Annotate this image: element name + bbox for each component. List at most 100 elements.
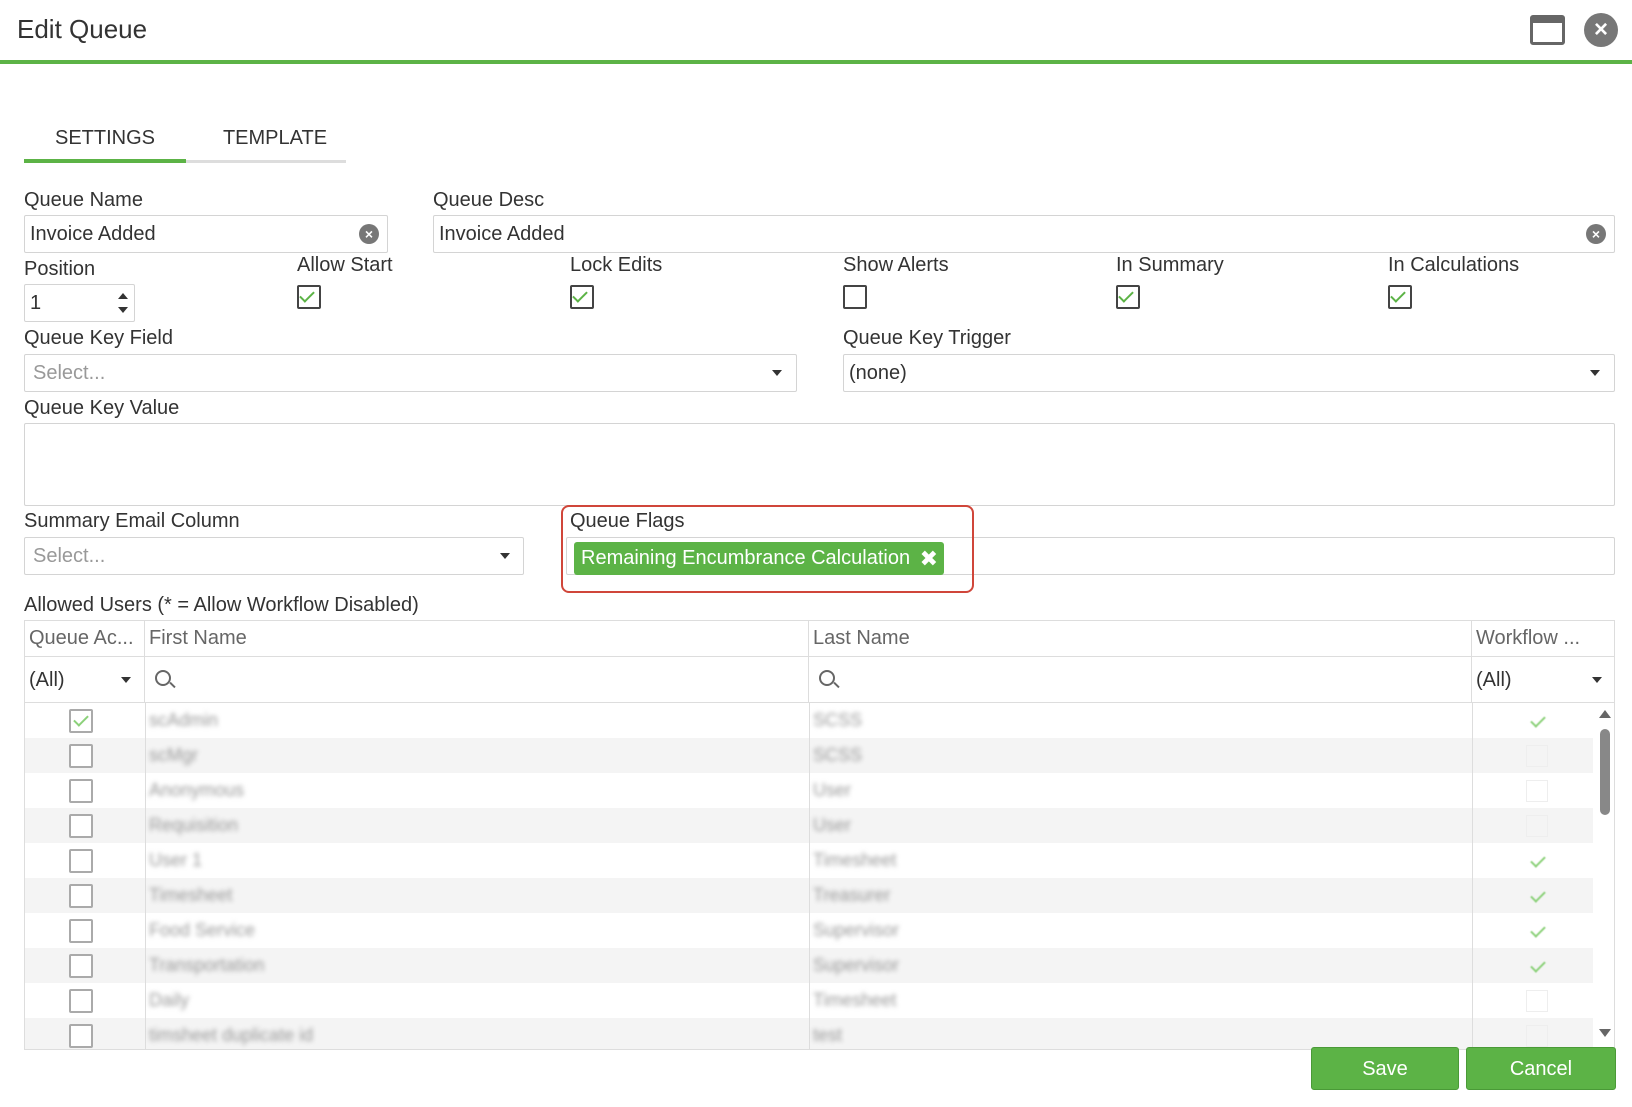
allowed-users-label: Allowed Users (* = Allow Workflow Disabl… xyxy=(24,594,419,616)
table-row[interactable]: scMgr SCSS xyxy=(25,738,1593,773)
queue-name-label: Queue Name xyxy=(24,189,143,211)
highlight-annotation xyxy=(561,505,974,593)
first-name-cell: scMgr xyxy=(149,745,198,765)
summary-email-column-label: Summary Email Column xyxy=(24,510,240,532)
queue-access-checkbox[interactable] xyxy=(69,1024,93,1048)
clear-icon[interactable]: × xyxy=(359,224,379,244)
queue-key-field-placeholder: Select... xyxy=(33,362,106,384)
allowed-users-grid: Queue Ac... First Name Last Name Workflo… xyxy=(24,620,1615,1050)
queue-access-checkbox[interactable] xyxy=(69,709,93,733)
chevron-down-icon xyxy=(772,370,782,376)
chevron-down-icon xyxy=(500,553,510,559)
queue-access-checkbox[interactable] xyxy=(69,989,93,1013)
workflow-checkbox[interactable] xyxy=(1526,990,1548,1012)
chevron-down-icon xyxy=(1590,370,1600,376)
close-icon[interactable]: × xyxy=(1584,13,1618,47)
lock-edits-checkbox[interactable] xyxy=(570,285,594,309)
queue-desc-input[interactable]: Invoice Added × xyxy=(433,215,1615,253)
position-value: 1 xyxy=(30,292,42,314)
last-name-filter[interactable] xyxy=(809,657,1472,702)
column-header-workflow[interactable]: Workflow ... xyxy=(1472,621,1614,656)
first-name-cell: timsheet duplicate id xyxy=(149,1025,314,1045)
table-row[interactable]: Timesheet Treasurer xyxy=(25,878,1593,913)
queue-key-value-textarea[interactable] xyxy=(24,423,1615,506)
first-name-cell: User 1 xyxy=(149,850,203,870)
last-name-cell: User xyxy=(813,780,852,800)
queue-access-checkbox[interactable] xyxy=(69,814,93,838)
workflow-checkbox[interactable] xyxy=(1526,1025,1548,1047)
table-row[interactable]: User 1 Timesheet xyxy=(25,843,1593,878)
last-name-cell: User xyxy=(813,815,852,835)
column-header-last-name[interactable]: Last Name xyxy=(809,621,1472,656)
queue-key-field-label: Queue Key Field xyxy=(24,327,173,349)
in-calculations-label: In Calculations xyxy=(1388,254,1520,276)
table-row[interactable]: Requisition User xyxy=(25,808,1593,843)
workflow-checkbox[interactable] xyxy=(1526,780,1548,802)
last-name-cell: Timesheet xyxy=(813,850,897,870)
first-name-cell: scAdmin xyxy=(149,710,219,730)
chevron-down-icon xyxy=(121,677,131,683)
in-summary-checkbox[interactable] xyxy=(1116,285,1140,309)
queue-access-checkbox[interactable] xyxy=(69,884,93,908)
last-name-cell: SCSS xyxy=(813,745,863,765)
first-name-filter[interactable] xyxy=(145,657,809,702)
show-alerts-checkbox[interactable] xyxy=(843,285,867,309)
queue-access-checkbox[interactable] xyxy=(69,919,93,943)
last-name-cell: test xyxy=(813,1025,843,1045)
scroll-thumb[interactable] xyxy=(1600,729,1610,815)
allow-start-checkbox[interactable] xyxy=(297,285,321,309)
save-button[interactable]: Save xyxy=(1311,1047,1459,1090)
queue-desc-value: Invoice Added xyxy=(439,223,565,245)
queue-access-filter[interactable]: (All) xyxy=(25,657,145,702)
position-stepper[interactable]: 1 xyxy=(24,284,135,322)
table-row[interactable]: Daily Timesheet xyxy=(25,983,1593,1018)
queue-desc-label: Queue Desc xyxy=(433,189,545,211)
workflow-check-icon xyxy=(1528,852,1548,870)
queue-key-value-label: Queue Key Value xyxy=(24,397,180,419)
spinner-down-icon[interactable] xyxy=(118,307,128,313)
chevron-down-icon xyxy=(1592,677,1602,683)
last-name-cell: Treasurer xyxy=(813,885,891,905)
first-name-cell: Anonymous xyxy=(149,780,245,800)
table-row[interactable]: timsheet duplicate id test xyxy=(25,1018,1593,1049)
table-row[interactable]: Food Service Supervisor xyxy=(25,913,1593,948)
grid-scrollbar[interactable] xyxy=(1593,703,1614,1049)
queue-access-checkbox[interactable] xyxy=(69,849,93,873)
queue-key-field-select[interactable]: Select... xyxy=(24,354,797,392)
first-name-cell: Daily xyxy=(149,990,190,1010)
last-name-cell: SCSS xyxy=(813,710,863,730)
queue-access-checkbox[interactable] xyxy=(69,744,93,768)
in-calculations-checkbox[interactable] xyxy=(1388,285,1412,309)
table-row[interactable]: scAdmin SCSS xyxy=(25,703,1593,738)
tab-template[interactable]: TEMPLATE xyxy=(204,118,346,163)
workflow-filter[interactable]: (All) xyxy=(1472,657,1614,702)
workflow-check-icon xyxy=(1528,712,1548,730)
scroll-down-icon[interactable] xyxy=(1599,1029,1611,1037)
grid-body: scAdmin SCSS scMgr SCSS Anonymous User Requisi… xyxy=(25,703,1593,1049)
maximize-icon[interactable] xyxy=(1530,15,1565,45)
allow-start-label: Allow Start xyxy=(297,254,393,276)
table-row[interactable]: Anonymous User xyxy=(25,773,1593,808)
first-name-cell: Transportation xyxy=(149,955,265,975)
last-name-cell: Timesheet xyxy=(813,990,897,1010)
column-header-queue-access[interactable]: Queue Ac... xyxy=(25,621,145,656)
column-header-first-name[interactable]: First Name xyxy=(145,621,809,656)
scroll-up-icon[interactable] xyxy=(1599,710,1611,718)
queue-key-trigger-select[interactable]: (none) xyxy=(843,354,1615,392)
queue-access-checkbox[interactable] xyxy=(69,779,93,803)
workflow-checkbox[interactable] xyxy=(1526,745,1548,767)
summary-email-column-select[interactable]: Select... xyxy=(24,537,524,575)
workflow-checkbox[interactable] xyxy=(1526,815,1548,837)
queue-name-input[interactable]: Invoice Added × xyxy=(24,215,388,253)
clear-icon[interactable]: × xyxy=(1586,224,1606,244)
table-row[interactable]: Transportation Supervisor xyxy=(25,948,1593,983)
tab-settings[interactable]: SETTINGS xyxy=(24,118,186,163)
window-title: Edit Queue xyxy=(17,14,148,44)
workflow-check-icon xyxy=(1528,887,1548,905)
queue-access-checkbox[interactable] xyxy=(69,954,93,978)
first-name-cell: Food Service xyxy=(149,920,256,940)
position-label: Position xyxy=(24,258,96,280)
spinner-up-icon[interactable] xyxy=(118,293,128,299)
cancel-button[interactable]: Cancel xyxy=(1466,1047,1616,1090)
check-icon xyxy=(1118,287,1134,303)
